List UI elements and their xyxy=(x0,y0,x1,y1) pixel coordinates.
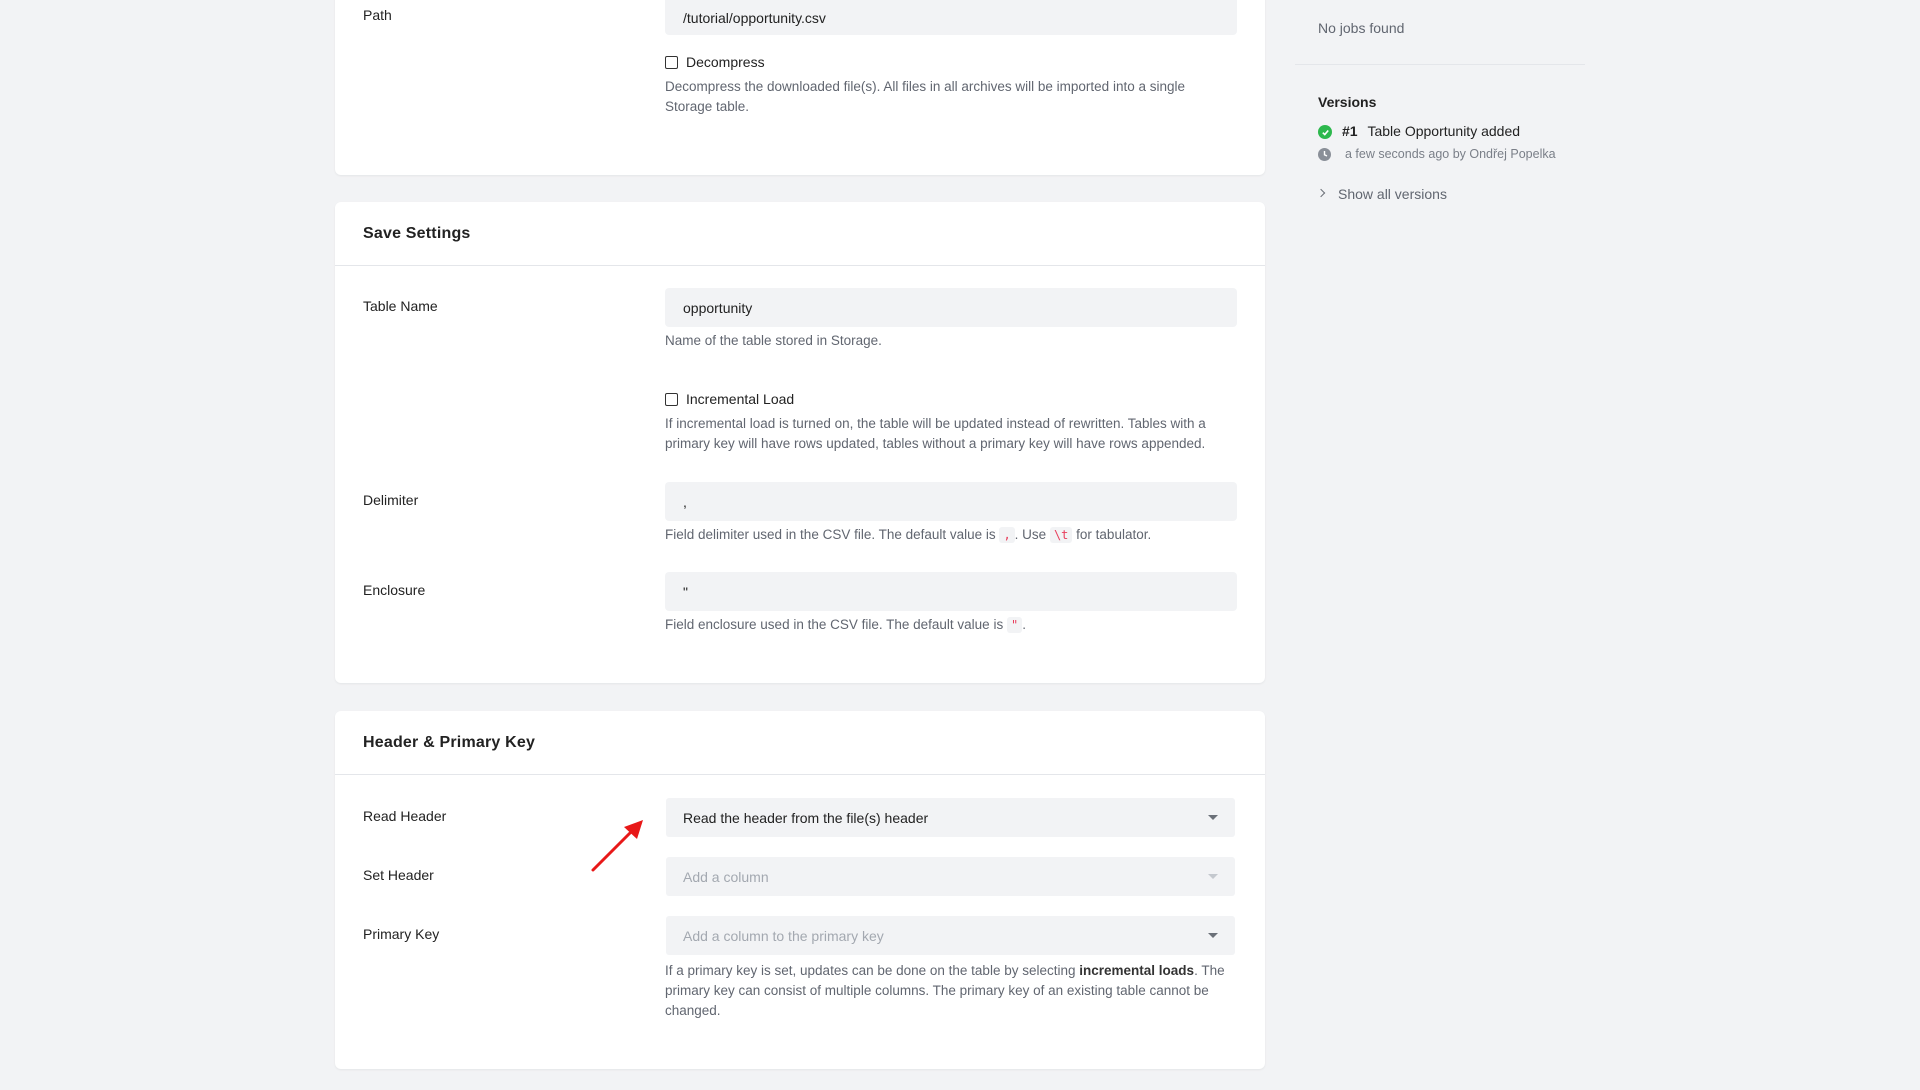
enclosure-label: Enclosure xyxy=(363,582,426,598)
save-settings-card: Save Settings Table Name opportunity Nam… xyxy=(335,202,1265,683)
decompress-help: Decompress the downloaded file(s). All f… xyxy=(665,79,1185,114)
set-header-label: Set Header xyxy=(363,867,434,883)
sidebar-divider xyxy=(1295,64,1585,65)
read-header-select[interactable]: Read the header from the file(s) header xyxy=(666,798,1235,837)
chevron-right-icon xyxy=(1316,188,1326,198)
delimiter-label: Delimiter xyxy=(363,492,419,508)
delimiter-help: Field delimiter used in the CSV file. Th… xyxy=(665,527,1152,543)
primary-key-label: Primary Key xyxy=(363,926,440,942)
version-meta: a few seconds ago by Ondřej Popelka xyxy=(1345,147,1556,161)
show-all-versions-link[interactable]: Show all versions xyxy=(1338,186,1447,202)
version-description: Table Opportunity added xyxy=(1367,123,1521,139)
check-circle-icon xyxy=(1318,125,1332,139)
decompress-checkbox-row[interactable]: Decompress xyxy=(665,54,765,70)
incremental-load-label: Incremental Load xyxy=(686,391,795,407)
source-settings-card: Path /tutorial/opportunity.csv Decompres… xyxy=(335,0,1265,175)
version-number: #1 xyxy=(1342,123,1358,139)
primary-key-help: If a primary key is set, updates can be … xyxy=(665,963,1225,1018)
enclosure-help: Field enclosure used in the CSV file. Th… xyxy=(665,617,1026,633)
chevron-down-icon xyxy=(1208,874,1218,879)
path-input[interactable]: /tutorial/opportunity.csv xyxy=(665,0,1237,35)
incremental-load-row[interactable]: Incremental Load xyxy=(665,391,794,407)
save-settings-title: Save Settings xyxy=(335,202,1265,266)
chevron-down-icon xyxy=(1208,815,1218,820)
last-runs-empty: No jobs found xyxy=(1318,20,1405,36)
read-header-label: Read Header xyxy=(363,808,447,824)
incremental-load-checkbox[interactable] xyxy=(665,392,678,406)
table-name-input[interactable]: opportunity xyxy=(665,288,1237,327)
delimiter-default-code: , xyxy=(999,527,1015,543)
decompress-label: Decompress xyxy=(686,54,765,70)
primary-key-select[interactable]: Add a column to the primary key xyxy=(666,916,1235,955)
versions-title: Versions xyxy=(1318,94,1377,110)
tab-code: \t xyxy=(1049,527,1073,543)
delimiter-input[interactable]: , xyxy=(665,482,1237,521)
annotation-arrow-icon xyxy=(591,820,643,872)
clock-icon xyxy=(1318,148,1331,161)
enclosure-input[interactable]: " xyxy=(665,572,1237,611)
path-label: Path xyxy=(363,7,392,23)
set-header-select[interactable]: Add a column xyxy=(666,857,1235,896)
version-entry[interactable]: #1 Table Opportunity added xyxy=(1342,123,1520,139)
header-primary-key-card: Header & Primary Key Read Header Read th… xyxy=(335,711,1265,1069)
decompress-checkbox[interactable] xyxy=(665,55,678,69)
table-name-label: Table Name xyxy=(363,298,438,314)
incremental-load-help: If incremental load is turned on, the ta… xyxy=(665,416,1206,451)
chevron-down-icon xyxy=(1208,933,1218,938)
table-name-help: Name of the table stored in Storage. xyxy=(665,333,882,348)
enclosure-default-code: " xyxy=(1006,617,1023,633)
header-pk-title: Header & Primary Key xyxy=(335,711,1265,775)
